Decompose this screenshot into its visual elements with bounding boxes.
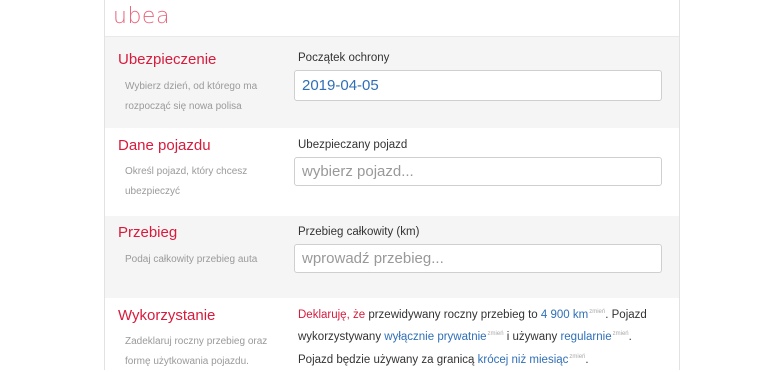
section-desc-mileage: Podaj całkowity przebieg auta — [125, 254, 258, 265]
usage-declaration: Deklaruję, że przewidywany roczny przebi… — [298, 303, 658, 370]
ubea-logo[interactable]: ubea — [113, 4, 170, 29]
usage-type-link[interactable]: wyłącznie prywatnie — [384, 331, 486, 343]
vehicle-label: Ubezpieczany pojazd — [298, 139, 408, 151]
usage-text-3: i używany — [503, 331, 561, 344]
section-title-vehicle: Dane pojazdu — [118, 137, 211, 154]
change-mileage-link[interactable]: zmień — [589, 309, 605, 315]
usage-text-1: przewidywany roczny przebieg to — [365, 308, 541, 321]
section-insurance: Ubezpieczenie Wybierz dzień, od którego … — [105, 37, 679, 128]
frequency-link[interactable]: regularnie — [560, 331, 611, 343]
abroad-link[interactable]: krócej niż miesiąc — [478, 353, 569, 365]
section-title-insurance: Ubezpieczenie — [118, 51, 217, 68]
annual-mileage-link[interactable]: 4 900 km — [541, 309, 588, 321]
start-date-input[interactable] — [294, 70, 662, 101]
mileage-input[interactable] — [294, 244, 662, 273]
vehicle-input[interactable] — [294, 157, 662, 186]
section-title-usage: Wykorzystanie — [118, 307, 216, 324]
change-usage-type-link[interactable]: zmień — [488, 331, 504, 337]
mileage-label: Przebieg całkowity (km) — [298, 226, 420, 238]
change-frequency-link[interactable]: zmień — [613, 331, 629, 337]
usage-text-5: . — [585, 353, 589, 366]
declare-text: Deklaruję, że — [298, 308, 366, 321]
section-usage: Wykorzystanie Zadeklaruj roczny przebieg… — [105, 298, 679, 370]
section-mileage: Przebieg Podaj całkowity przebieg auta P… — [105, 216, 679, 298]
section-desc-usage: Zadeklaruj roczny przebieg oraz formę uż… — [125, 336, 268, 367]
section-title-mileage: Przebieg — [118, 224, 178, 241]
start-date-label: Początek ochrony — [298, 52, 390, 64]
change-abroad-link[interactable]: zmień — [569, 354, 585, 360]
section-desc-insurance: Wybierz dzień, od którego ma rozpocząć s… — [125, 81, 258, 112]
app-header: ubea — [105, 0, 679, 37]
section-desc-vehicle: Określ pojazd, który chcesz ubezpieczyć — [125, 166, 248, 197]
form-container: ubea Ubezpieczenie Wybierz dzień, od któ… — [104, 0, 680, 370]
section-vehicle: Dane pojazdu Określ pojazd, który chcesz… — [105, 128, 679, 216]
